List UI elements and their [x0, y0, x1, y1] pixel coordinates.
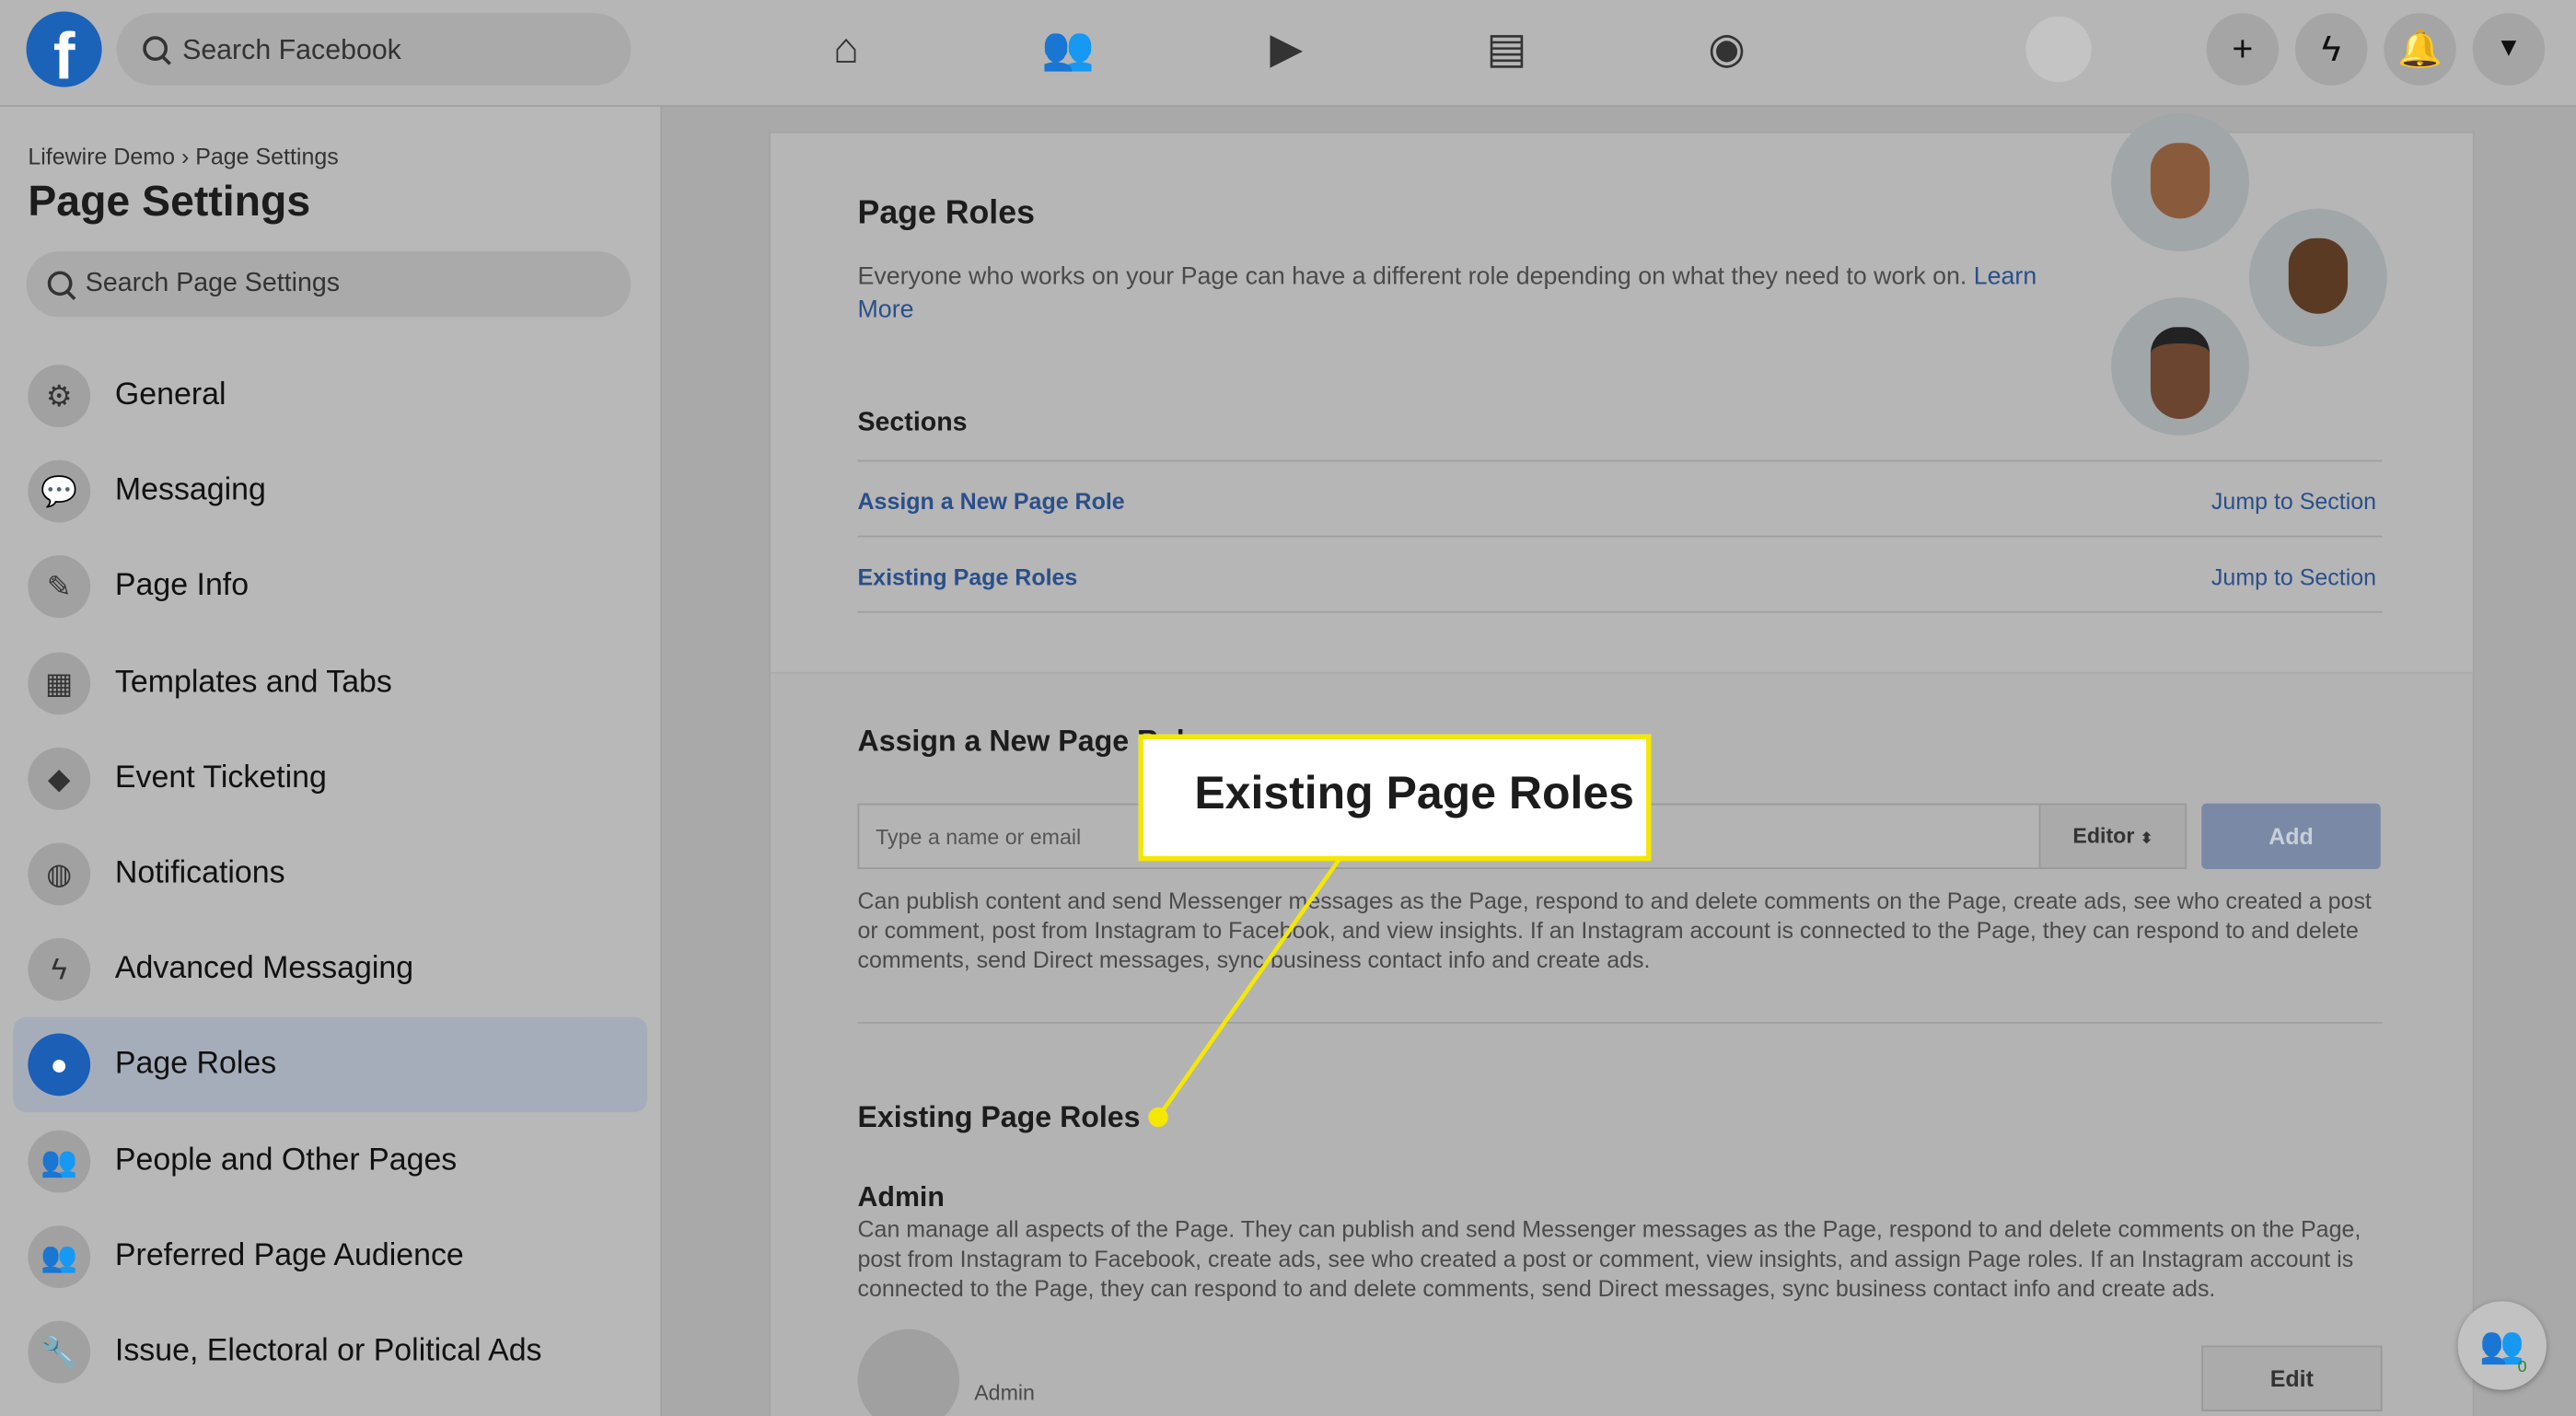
callout-line: [1156, 851, 1346, 1119]
callout-text: Existing Page Roles: [1194, 767, 1634, 818]
callout-pointer: [1148, 851, 1346, 1128]
callout-label: Existing Page Roles: [1138, 734, 1652, 862]
facebook-page-settings: f Search Facebook ⌂ 👥 ▶ ▤ ◉ + ϟ 🔔 ▼ Life…: [0, 0, 2576, 1416]
badge-count: 0: [2517, 1358, 2527, 1377]
people-chat-button[interactable]: 👥 0: [2457, 1301, 2547, 1390]
callout-dot: [1148, 1107, 1168, 1128]
